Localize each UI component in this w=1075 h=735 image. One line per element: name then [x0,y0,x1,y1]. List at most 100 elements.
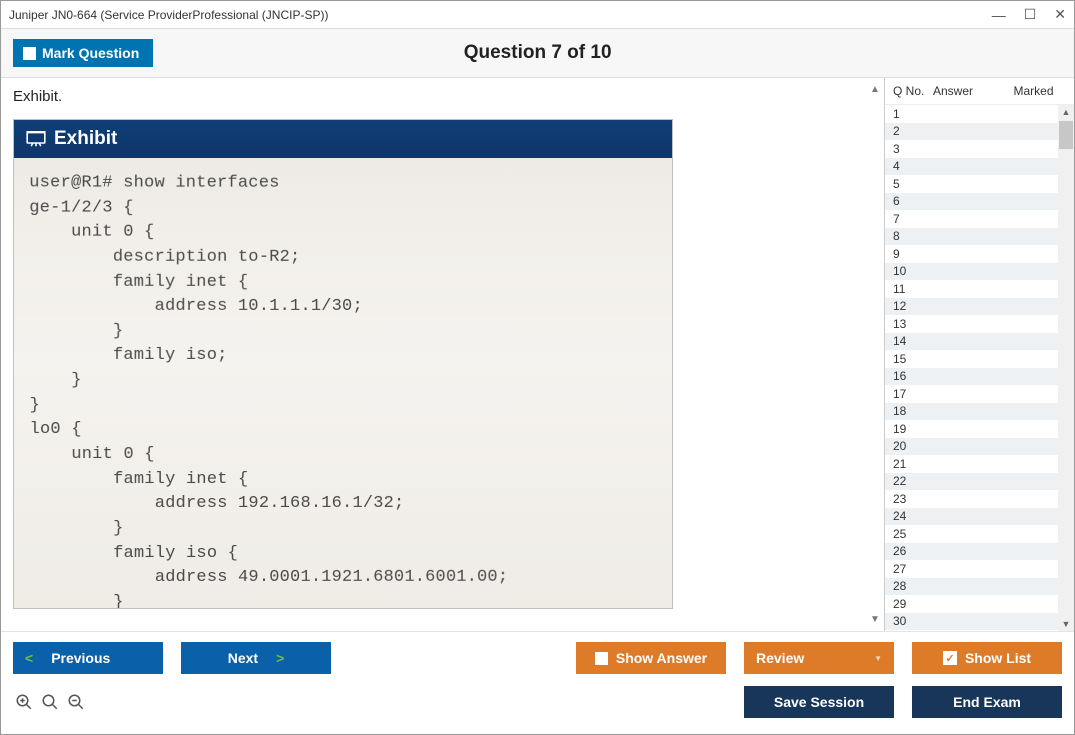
question-row[interactable]: 18 [885,403,1074,421]
question-row[interactable]: 20 [885,438,1074,456]
question-row[interactable]: 9 [885,245,1074,263]
exhibit-title: Exhibit [54,128,117,150]
app-window: Juniper JN0-664 (Service ProviderProfess… [0,0,1075,735]
question-number: 20 [893,439,919,453]
question-area: ▲ ▼ Exhibit. Exhibit user@R1# show inter… [1,78,884,631]
question-number: 1 [893,107,919,121]
question-number: 26 [893,544,919,558]
chevron-left-icon: < [25,650,33,666]
question-row[interactable]: 23 [885,490,1074,508]
question-row[interactable]: 4 [885,158,1074,176]
question-row[interactable]: 21 [885,455,1074,473]
question-row[interactable]: 5 [885,175,1074,193]
question-row[interactable]: 10 [885,263,1074,281]
exhibit-image: Exhibit user@R1# show interfaces ge-1/2/… [13,119,673,609]
review-button[interactable]: Review ▼ [744,642,894,674]
col-qno: Q No. [893,84,933,98]
end-exam-label: End Exam [953,694,1021,710]
maximize-icon[interactable]: ☐ [1024,6,1037,23]
next-button[interactable]: Next > [181,642,331,674]
sidebar-list[interactable]: 1234567891011121314151617181920212223242… [885,105,1074,631]
chevron-right-icon: > [276,650,284,666]
question-list-sidebar: Q No. Answer Marked 12345678910111213141… [884,78,1074,631]
scroll-thumb[interactable] [1059,121,1073,149]
question-number: 18 [893,404,919,418]
mark-question-button[interactable]: Mark Question [13,39,153,67]
scroll-down-icon[interactable]: ▼ [1062,617,1071,631]
button-row-2: Save Session End Exam [13,686,1062,718]
question-row[interactable]: 7 [885,210,1074,228]
scroll-up-icon[interactable]: ▲ [870,84,882,95]
question-number: 12 [893,299,919,313]
question-row[interactable]: 30 [885,613,1074,631]
question-row[interactable]: 15 [885,350,1074,368]
button-row-1: < Previous Next > Show Answer Review ▼ ✓… [13,642,1062,674]
question-number: 22 [893,474,919,488]
sidebar-header: Q No. Answer Marked [885,78,1074,105]
header: Mark Question Question 7 of 10 [1,29,1074,78]
question-row[interactable]: 11 [885,280,1074,298]
show-list-label: Show List [965,650,1031,666]
question-number: 3 [893,142,919,156]
question-number: 17 [893,387,919,401]
question-row[interactable]: 24 [885,508,1074,526]
checkbox-icon [595,652,608,665]
window-title: Juniper JN0-664 (Service ProviderProfess… [9,8,992,22]
minimize-icon[interactable]: — [992,7,1006,23]
question-row[interactable]: 22 [885,473,1074,491]
show-answer-button[interactable]: Show Answer [576,642,726,674]
titlebar: Juniper JN0-664 (Service ProviderProfess… [1,1,1074,29]
question-row[interactable]: 29 [885,595,1074,613]
question-row[interactable]: 14 [885,333,1074,351]
question-number: 6 [893,194,919,208]
question-number: 7 [893,212,919,226]
question-row[interactable]: 13 [885,315,1074,333]
question-number: 2 [893,124,919,138]
zoom-in-icon[interactable] [15,693,33,711]
previous-button[interactable]: < Previous [13,642,163,674]
end-exam-button[interactable]: End Exam [912,686,1062,718]
window-controls: — ☐ ✕ [992,6,1066,23]
question-number: 14 [893,334,919,348]
question-number: 25 [893,527,919,541]
question-row[interactable]: 28 [885,578,1074,596]
save-session-button[interactable]: Save Session [744,686,894,718]
question-number: 11 [893,282,919,296]
question-row[interactable]: 8 [885,228,1074,246]
col-marked: Marked [999,84,1068,98]
question-number: 30 [893,614,919,628]
col-answer: Answer [933,84,999,98]
question-number: 4 [893,159,919,173]
question-number: 13 [893,317,919,331]
question-number: 19 [893,422,919,436]
exhibit-code: user@R1# show interfaces ge-1/2/3 { unit… [13,157,672,609]
question-number: 15 [893,352,919,366]
previous-label: Previous [51,650,110,666]
question-row[interactable]: 12 [885,298,1074,316]
zoom-controls [13,693,85,711]
question-number: 28 [893,579,919,593]
question-row[interactable]: 16 [885,368,1074,386]
next-label: Next [228,650,258,666]
question-row[interactable]: 17 [885,385,1074,403]
zoom-out-icon[interactable] [67,693,85,711]
scroll-indicator[interactable]: ▲ ▼ [868,78,884,631]
question-number: 9 [893,247,919,261]
zoom-reset-icon[interactable] [41,693,59,711]
question-row[interactable]: 27 [885,560,1074,578]
scroll-up-icon[interactable]: ▲ [1062,105,1071,119]
presentation-icon [26,131,46,147]
question-row[interactable]: 3 [885,140,1074,158]
show-list-button[interactable]: ✓ Show List [912,642,1062,674]
sidebar-scrollbar[interactable]: ▲ ▼ [1058,105,1074,631]
close-icon[interactable]: ✕ [1054,6,1066,23]
scroll-down-icon[interactable]: ▼ [870,614,882,625]
question-row[interactable]: 19 [885,420,1074,438]
question-row[interactable]: 1 [885,105,1074,123]
question-row[interactable]: 6 [885,193,1074,211]
question-row[interactable]: 26 [885,543,1074,561]
review-label: Review [756,650,804,666]
question-row[interactable]: 25 [885,525,1074,543]
question-number: 29 [893,597,919,611]
question-row[interactable]: 2 [885,123,1074,141]
